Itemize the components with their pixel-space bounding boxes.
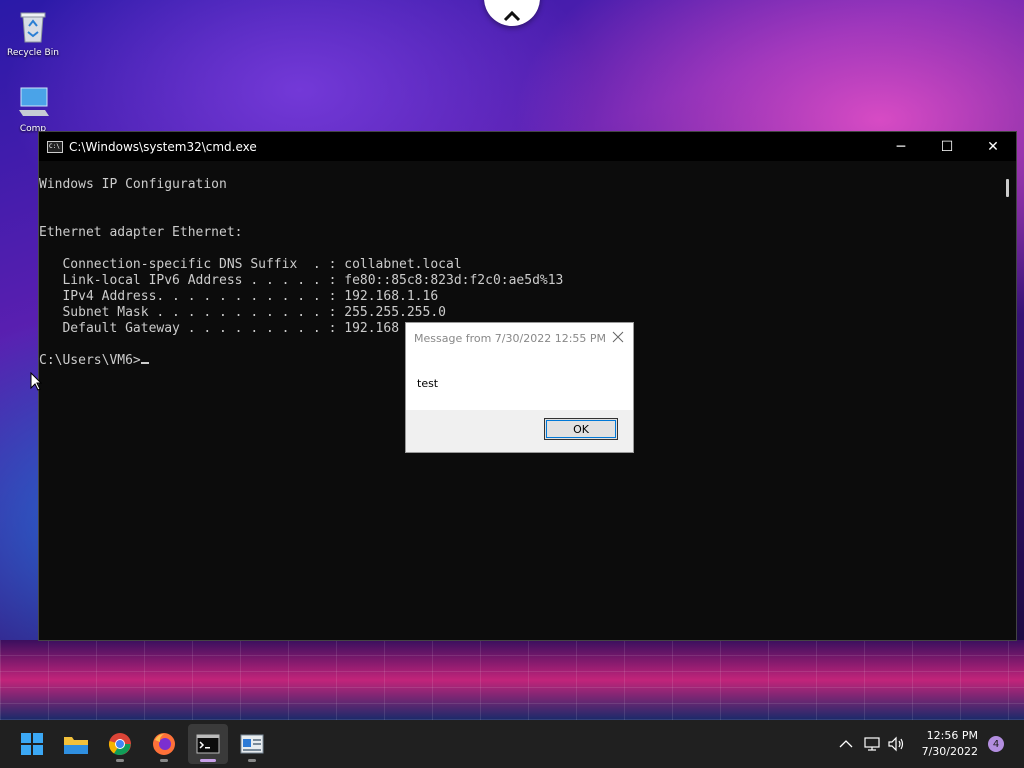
window-title: C:\Windows\system32\cmd.exe (69, 139, 257, 154)
taskbar-command-prompt[interactable] (188, 724, 228, 764)
prompt-text: C:\Users\VM6> (39, 353, 141, 368)
text-cursor (140, 362, 149, 364)
console-line: Connection-specific DNS Suffix . : colla… (39, 257, 462, 272)
taskbar-chrome[interactable] (100, 724, 140, 764)
session-bar-toggle[interactable] (484, 0, 540, 26)
chevron-up-icon (839, 740, 853, 748)
network-icon-button[interactable] (862, 720, 884, 768)
firefox-icon (153, 733, 175, 755)
desktop-icon-label: Recycle Bin (7, 48, 59, 58)
terminal-icon (196, 734, 220, 754)
ok-button[interactable]: OK (544, 418, 618, 440)
running-indicator (200, 759, 216, 762)
dialog-message: test (417, 377, 439, 390)
chevron-up-icon (503, 10, 521, 22)
recycle-bin-icon (20, 12, 46, 43)
taskbar-firefox[interactable] (144, 724, 184, 764)
wallpaper-floor (0, 640, 1024, 720)
taskbar: 12:56 PM 7/30/2022 4 (0, 720, 1024, 768)
console-line: IPv4 Address. . . . . . . . . . . : 192.… (39, 289, 439, 304)
computer-icon (19, 87, 49, 116)
maximize-button[interactable]: ☐ (924, 132, 970, 161)
windows-logo-icon (21, 733, 43, 755)
desktop-icon-recycle-bin[interactable]: Recycle Bin (1, 8, 65, 58)
taskbar-file-explorer[interactable] (56, 724, 96, 764)
show-hidden-icons-button[interactable] (834, 720, 858, 768)
message-dialog[interactable]: Message from 7/30/2022 12:55 PM test OK (405, 322, 634, 453)
network-icon (864, 737, 880, 751)
console-line: Subnet Mask . . . . . . . . . . . : 255.… (39, 305, 446, 320)
vertical-scrollbar[interactable] (1000, 161, 1016, 640)
desktop-icon-computer[interactable]: Comp (1, 84, 65, 134)
mouse-pointer-icon (30, 372, 42, 391)
volume-icon-button[interactable] (886, 720, 908, 768)
running-indicator (116, 759, 124, 762)
console-line: Windows IP Configuration (39, 177, 227, 192)
cmd-app-icon: C:\ (47, 140, 63, 153)
close-icon[interactable] (611, 330, 625, 344)
start-button[interactable] (12, 724, 52, 764)
console-line: Link-local IPv6 Address . . . . . : fe80… (39, 273, 564, 288)
notification-badge[interactable]: 4 (988, 736, 1004, 752)
scrollbar-thumb[interactable] (1006, 179, 1009, 197)
dialog-title-bar[interactable]: Message from 7/30/2022 12:55 PM (406, 323, 633, 353)
dialog-footer: OK (406, 410, 633, 452)
cmd-title-bar[interactable]: C:\ C:\Windows\system32\cmd.exe ─ ☐ ✕ (39, 132, 1016, 161)
minimize-button[interactable]: ─ (878, 132, 924, 161)
volume-icon (888, 736, 904, 752)
clock[interactable]: 12:56 PM 7/30/2022 (922, 728, 978, 760)
running-indicator (160, 759, 168, 762)
taskbar-app[interactable] (232, 724, 272, 764)
chrome-icon (108, 733, 131, 755)
console-line: Ethernet adapter Ethernet: (39, 225, 243, 240)
close-button[interactable]: ✕ (970, 132, 1016, 161)
clock-time: 12:56 PM (926, 729, 978, 742)
window-app-icon (240, 734, 264, 754)
clock-date: 7/30/2022 (921, 745, 978, 758)
dialog-title: Message from 7/30/2022 12:55 PM (414, 331, 607, 345)
running-indicator (248, 759, 256, 762)
folder-icon (64, 737, 88, 754)
